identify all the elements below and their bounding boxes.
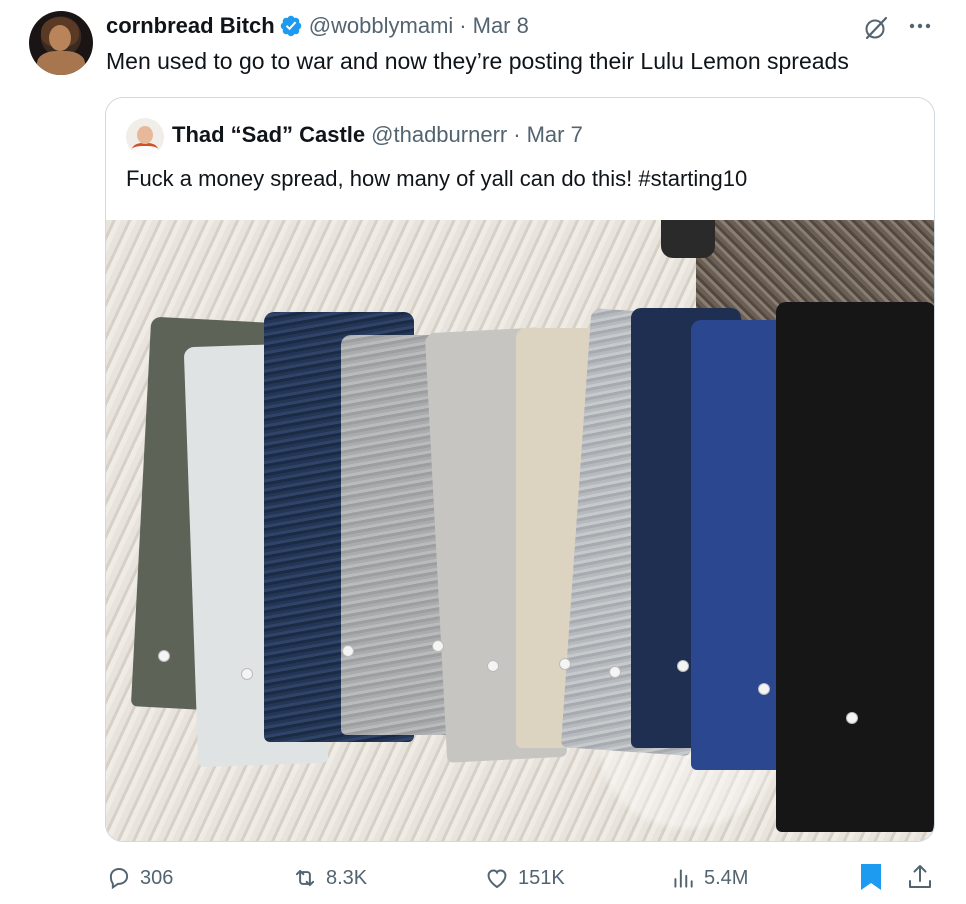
water-bottle xyxy=(661,220,715,258)
views-button[interactable]: 5.4M xyxy=(670,862,748,894)
quoted-tweet-text: Fuck a money spread, how many of yall ca… xyxy=(126,166,748,191)
lululemon-logo xyxy=(559,658,571,670)
quoted-tweet[interactable]: Thad “Sad” Castle @thadburnerr · Mar 7 F… xyxy=(105,97,935,842)
like-icon xyxy=(487,869,507,889)
repost-button[interactable]: 8.3K xyxy=(292,862,367,894)
tweet-text: Men used to go to war and now they’re po… xyxy=(106,48,849,74)
author-handle[interactable]: @wobblymami xyxy=(309,13,454,39)
lululemon-logo xyxy=(609,666,621,678)
reply-count: 306 xyxy=(140,866,174,889)
tweet-header: cornbread Bitch @wobblymami · Mar 8 xyxy=(106,12,529,40)
lululemon-logo xyxy=(487,660,499,672)
tweet-date[interactable]: Mar 8 xyxy=(473,13,529,39)
tweet-actions: 306 8.3K 151K 5.4M xyxy=(0,858,966,898)
lululemon-logo xyxy=(677,660,689,672)
share-icon[interactable] xyxy=(906,862,934,892)
lululemon-logo xyxy=(241,668,253,680)
like-count: 151K xyxy=(518,866,565,889)
repost-count: 8.3K xyxy=(326,866,368,889)
verified-badge-icon xyxy=(279,14,303,38)
separator-dot: · xyxy=(459,13,467,38)
separator-dot: · xyxy=(513,122,521,147)
shorts-black xyxy=(776,302,934,832)
tweet[interactable]: cornbread Bitch @wobblymami · Mar 8 Men … xyxy=(0,0,966,904)
views-count: 5.4M xyxy=(704,866,749,889)
quoted-author-handle: @thadburnerr xyxy=(371,122,508,147)
lululemon-logo xyxy=(758,683,770,695)
quoted-tweet-header: Thad “Sad” Castle @thadburnerr · Mar 7 xyxy=(172,122,583,148)
quoted-tweet-photo[interactable] xyxy=(106,220,934,841)
author-avatar[interactable] xyxy=(29,11,93,75)
repost-icon xyxy=(295,869,315,887)
grok-icon[interactable] xyxy=(862,14,890,42)
reply-button[interactable]: 306 xyxy=(106,862,173,894)
more-icon[interactable] xyxy=(906,12,934,40)
lululemon-logo xyxy=(432,640,444,652)
views-icon xyxy=(674,869,693,888)
reply-icon xyxy=(109,868,129,890)
lululemon-logo xyxy=(158,650,170,662)
quoted-tweet-date: Mar 7 xyxy=(526,122,583,147)
author-name[interactable]: cornbread Bitch xyxy=(106,13,275,39)
lululemon-logo xyxy=(846,712,858,724)
quoted-author-avatar[interactable] xyxy=(126,118,164,156)
bookmark-icon[interactable] xyxy=(858,862,884,892)
like-button[interactable]: 151K xyxy=(484,862,565,894)
quoted-author-name: Thad “Sad” Castle xyxy=(172,122,366,147)
lululemon-logo xyxy=(342,645,354,657)
